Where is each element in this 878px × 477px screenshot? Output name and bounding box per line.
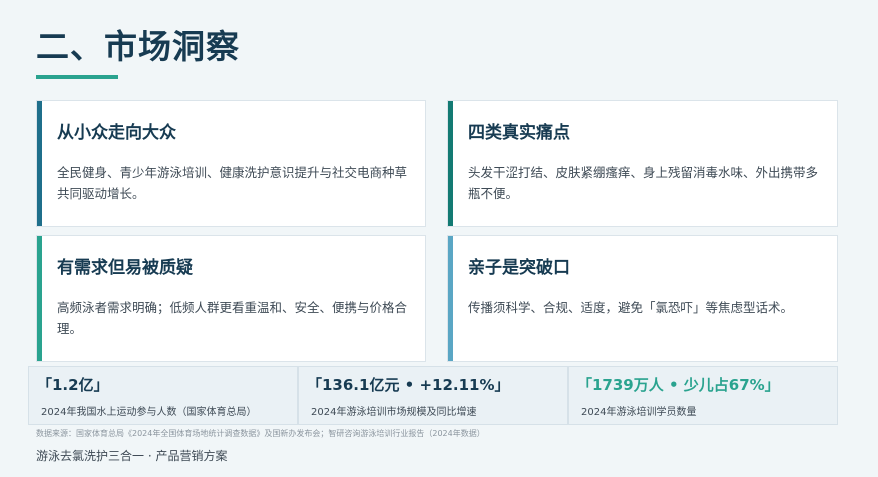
card-accent-bar (448, 236, 453, 361)
stat-label: 2024年游泳培训市场规模及同比增速 (311, 407, 477, 418)
card-title: 从小众走向大众 (57, 123, 176, 143)
insight-card-demand: 有需求但易被质疑 高频泳者需求明确；低频人群更看重温和、安全、便携与价格合理。 (36, 235, 426, 362)
footer-text: 游泳去氯洗护三合一 · 产品营销方案 (36, 449, 228, 463)
stat-students: 「1739万人 • 少儿占67%」 2024年游泳培训学员数量 (568, 366, 838, 425)
card-body: 头发干涩打结、皮肤紧绷瘙痒、身上残留消毒水味、外出携带多瓶不便。 (468, 165, 819, 201)
card-accent-bar (448, 101, 453, 226)
card-accent-bar (37, 101, 42, 226)
data-source-note: 数据来源：国家体育总局《2024年全国体育场地统计调查数据》及国新办发布会；智研… (36, 429, 485, 438)
stat-value: 「136.1亿元 • +12.11%」 (307, 376, 510, 394)
stat-participants: 「1.2亿」 2024年我国水上运动参与人数（国家体育总局） (28, 366, 298, 425)
card-title: 四类真实痛点 (468, 123, 570, 143)
insight-card-family: 亲子是突破口 传播须科学、合规、适度，避免「氯恐吓」等焦虑型话术。 (447, 235, 838, 362)
title-underline (36, 75, 118, 79)
card-accent-bar (37, 236, 42, 361)
card-title: 亲子是突破口 (468, 258, 570, 278)
card-body: 高频泳者需求明确；低频人群更看重温和、安全、便携与价格合理。 (57, 300, 408, 336)
card-body: 全民健身、青少年游泳培训、健康洗护意识提升与社交电商种草共同驱动增长。 (57, 165, 408, 201)
stat-label: 2024年我国水上运动参与人数（国家体育总局） (41, 407, 257, 418)
card-body: 传播须科学、合规、适度，避免「氯恐吓」等焦虑型话术。 (468, 300, 794, 315)
insight-card-pain-points: 四类真实痛点 头发干涩打结、皮肤紧绷瘙痒、身上残留消毒水味、外出携带多瓶不便。 (447, 100, 838, 227)
page-title: 二、市场洞察 (36, 27, 240, 66)
stat-market-size: 「136.1亿元 • +12.11%」 2024年游泳培训市场规模及同比增速 (298, 366, 568, 425)
stat-value: 「1739万人 • 少儿占67%」 (577, 376, 780, 394)
stat-value: 「1.2亿」 (37, 376, 109, 394)
insight-card-growth: 从小众走向大众 全民健身、青少年游泳培训、健康洗护意识提升与社交电商种草共同驱动… (36, 100, 426, 227)
stat-label: 2024年游泳培训学员数量 (581, 407, 697, 418)
card-title: 有需求但易被质疑 (57, 258, 193, 278)
